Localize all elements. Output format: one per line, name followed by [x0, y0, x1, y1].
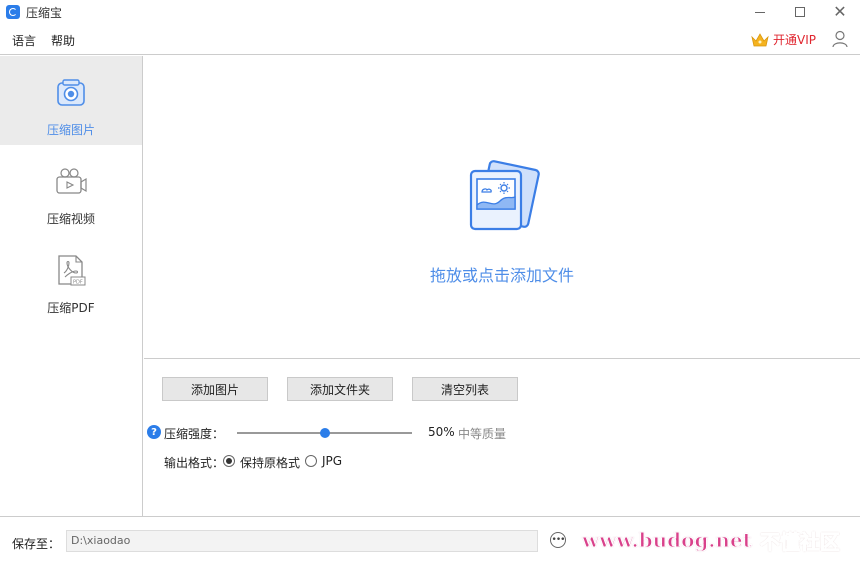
compression-slider-handle[interactable]	[319, 428, 330, 438]
svg-text:PDF: PDF	[73, 280, 83, 286]
user-icon[interactable]	[832, 30, 848, 48]
watermark: www.budog.net 不懂社区	[582, 525, 841, 555]
clear-list-button[interactable]: 清空列表	[412, 377, 518, 401]
dropzone-hint: 拖放或点击添加文件	[429, 266, 574, 285]
save-bar: 保存至： D:\xiaodao ••• www.budog.net 不懂社区	[0, 516, 860, 561]
sidebar-item-compress-video[interactable]: 压缩视频	[0, 145, 142, 234]
close-icon: ✕	[833, 2, 847, 21]
output-format-label: 输出格式：	[164, 456, 225, 470]
vip-button[interactable]: 开通VIP	[751, 31, 816, 48]
minimize-button[interactable]	[740, 0, 780, 24]
menu-bar: 语言 帮助 开通VIP	[0, 24, 860, 55]
watermark-text: 不懂社区	[759, 529, 840, 554]
divider	[144, 358, 860, 359]
sidebar-item-label: 压缩视频	[46, 212, 95, 226]
vip-label: 开通VIP	[773, 33, 816, 47]
add-folder-button[interactable]: 添加文件夹	[287, 377, 393, 401]
file-dropzone[interactable]: 拖放或点击添加文件	[144, 56, 860, 358]
radio-keep-format-label[interactable]: 保持原格式	[240, 454, 300, 471]
image-stack-icon	[469, 160, 540, 231]
sidebar-item-compress-image[interactable]: 压缩图片	[0, 56, 142, 145]
close-button[interactable]: ✕	[820, 0, 860, 24]
menu-help[interactable]: 帮助	[51, 32, 75, 49]
radio-jpg[interactable]	[305, 455, 317, 467]
sidebar-item-label: 压缩PDF	[47, 301, 95, 315]
crown-icon	[751, 32, 769, 46]
radio-jpg-label[interactable]: JPG	[322, 454, 342, 468]
maximize-button[interactable]	[780, 0, 820, 24]
add-image-button[interactable]: 添加图片	[162, 377, 268, 401]
save-to-label: 保存至：	[12, 537, 61, 551]
save-path-field[interactable]: D:\xiaodao	[66, 530, 538, 552]
pdf-file-icon: PDF	[58, 255, 86, 286]
compression-strength-label: 压缩强度：	[164, 427, 225, 441]
sidebar: 压缩图片 压缩视频 PDF 压缩PDF	[0, 56, 143, 516]
sidebar-item-compress-pdf[interactable]: PDF 压缩PDF	[0, 234, 142, 323]
menu-language[interactable]: 语言	[12, 32, 36, 49]
compression-value: 50%	[428, 425, 455, 439]
browse-more-icon[interactable]: •••	[550, 532, 566, 548]
help-icon[interactable]: ?	[147, 425, 161, 439]
radio-keep-format[interactable]	[223, 455, 235, 467]
app-logo-icon	[6, 5, 20, 19]
video-camera-icon	[56, 168, 87, 194]
title-bar: 压缩宝 ✕	[0, 0, 860, 24]
camera-icon	[57, 79, 85, 106]
window-title: 压缩宝	[26, 6, 63, 20]
sidebar-item-label: 压缩图片	[46, 123, 95, 137]
quality-level: 中等质量	[458, 427, 507, 441]
watermark-url: www.budog.net	[582, 528, 753, 553]
maximize-icon	[795, 7, 805, 17]
minimize-icon	[755, 11, 765, 13]
